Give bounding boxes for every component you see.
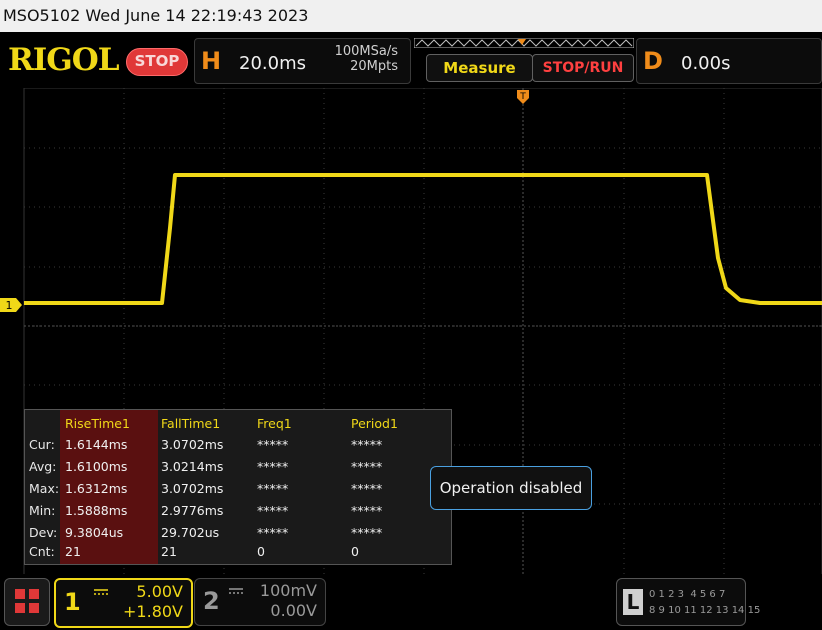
run-state-badge[interactable]: STOP: [126, 48, 188, 76]
table-cell: *****: [351, 503, 383, 518]
table-cell: *****: [351, 437, 383, 452]
operation-disabled-popup: Operation disabled: [430, 466, 592, 510]
bottom-bar: 1 5.00V +1.80V 2 100mV 0.00V L 0 1 2 3 4…: [0, 574, 822, 630]
table-cell: 9.3804us: [65, 525, 124, 540]
channel-marker-icon: 1: [0, 298, 22, 312]
table-cell: *****: [257, 437, 289, 452]
column-header: Period1: [351, 416, 398, 431]
channel1-scale: 5.00V: [136, 582, 183, 601]
trigger-position-icon: [518, 39, 526, 45]
delay-box[interactable]: D 0.00s: [636, 38, 822, 84]
column-header: RiseTime1: [65, 416, 130, 431]
table-cell: 1.6312ms: [65, 481, 128, 496]
channel1-waveform: [24, 173, 822, 305]
channel2-number: 2: [203, 587, 220, 615]
table-cell: 3.0702ms: [161, 481, 224, 496]
measure-button[interactable]: Measure: [426, 54, 533, 82]
row-label: Min:: [29, 503, 56, 518]
sample-rate: 100MSa/s: [334, 44, 398, 59]
table-cell: 0: [351, 544, 359, 559]
brand-logo: RIGOL: [8, 42, 120, 78]
memory-depth: 20Mpts: [350, 59, 398, 74]
header-bar: RIGOL STOP H 20.0ms 100MSa/s 20Mpts Meas…: [0, 32, 822, 88]
table-cell: *****: [257, 503, 289, 518]
status-text: MSO5102 Wed June 14 22:19:43 2023: [3, 6, 309, 25]
channel1-offset: +1.80V: [123, 602, 183, 621]
table-cell: 1.6100ms: [65, 459, 128, 474]
row-label: Dev:: [29, 525, 58, 540]
table-cell: *****: [351, 525, 383, 540]
logic-channels-row2: 8 9 10 11 12 13 14 15: [649, 605, 761, 616]
table-cell: 2.9776ms: [161, 503, 224, 518]
timebase-value: 20.0ms: [239, 53, 306, 74]
svg-text:T: T: [519, 92, 526, 102]
table-cell: 0: [257, 544, 265, 559]
horizontal-letter: H: [201, 47, 222, 75]
table-cell: *****: [257, 459, 289, 474]
table-cell: *****: [257, 481, 289, 496]
table-cell: 3.0702ms: [161, 437, 224, 452]
channel2-scale: 100mV: [259, 581, 317, 600]
memory-position-strip: [414, 38, 634, 48]
column-header: Freq1: [257, 416, 292, 431]
channel1-button[interactable]: 1 5.00V +1.80V: [54, 578, 193, 628]
logic-letter: L: [623, 589, 643, 615]
table-cell: *****: [257, 525, 289, 540]
dc-coupling-icon: [229, 588, 243, 594]
delay-letter: D: [643, 47, 663, 75]
channel1-number: 1: [64, 588, 81, 616]
measurement-table: RiseTime1 FallTime1 Freq1 Period1 Cur: 1…: [24, 409, 452, 565]
horizontal-timebase-box[interactable]: H 20.0ms 100MSa/s 20Mpts: [194, 38, 411, 84]
table-cell: 3.0214ms: [161, 459, 224, 474]
stop-run-button[interactable]: STOP/RUN: [532, 54, 634, 82]
table-cell: 1.5888ms: [65, 503, 128, 518]
table-cell: *****: [351, 481, 383, 496]
menu-grid-icon: [15, 589, 39, 613]
table-cell: 1.6144ms: [65, 437, 128, 452]
table-cell: 21: [65, 544, 81, 559]
table-cell: 21: [161, 544, 177, 559]
delay-value: 0.00s: [681, 53, 731, 74]
menu-button[interactable]: [4, 578, 50, 626]
status-bar: MSO5102 Wed June 14 22:19:43 2023: [0, 0, 822, 32]
trigger-marker-icon: T: [517, 90, 529, 104]
table-cell: *****: [351, 459, 383, 474]
channel2-offset: 0.00V: [270, 601, 317, 620]
logic-channels-row1: 0 1 2 3 4 5 6 7: [649, 589, 726, 600]
logic-analyzer-button[interactable]: L 0 1 2 3 4 5 6 7 8 9 10 11 12 13 14 15: [616, 578, 760, 626]
row-label: Cnt:: [29, 544, 55, 559]
row-label: Avg:: [29, 459, 57, 474]
column-header: FallTime1: [161, 416, 221, 431]
row-label: Max:: [29, 481, 60, 496]
table-cell: 29.702us: [161, 525, 220, 540]
channel2-button[interactable]: 2 100mV 0.00V: [194, 578, 326, 626]
row-label: Cur:: [29, 437, 55, 452]
dc-coupling-icon: [94, 589, 108, 595]
channel-marker-label: 1: [6, 299, 13, 312]
